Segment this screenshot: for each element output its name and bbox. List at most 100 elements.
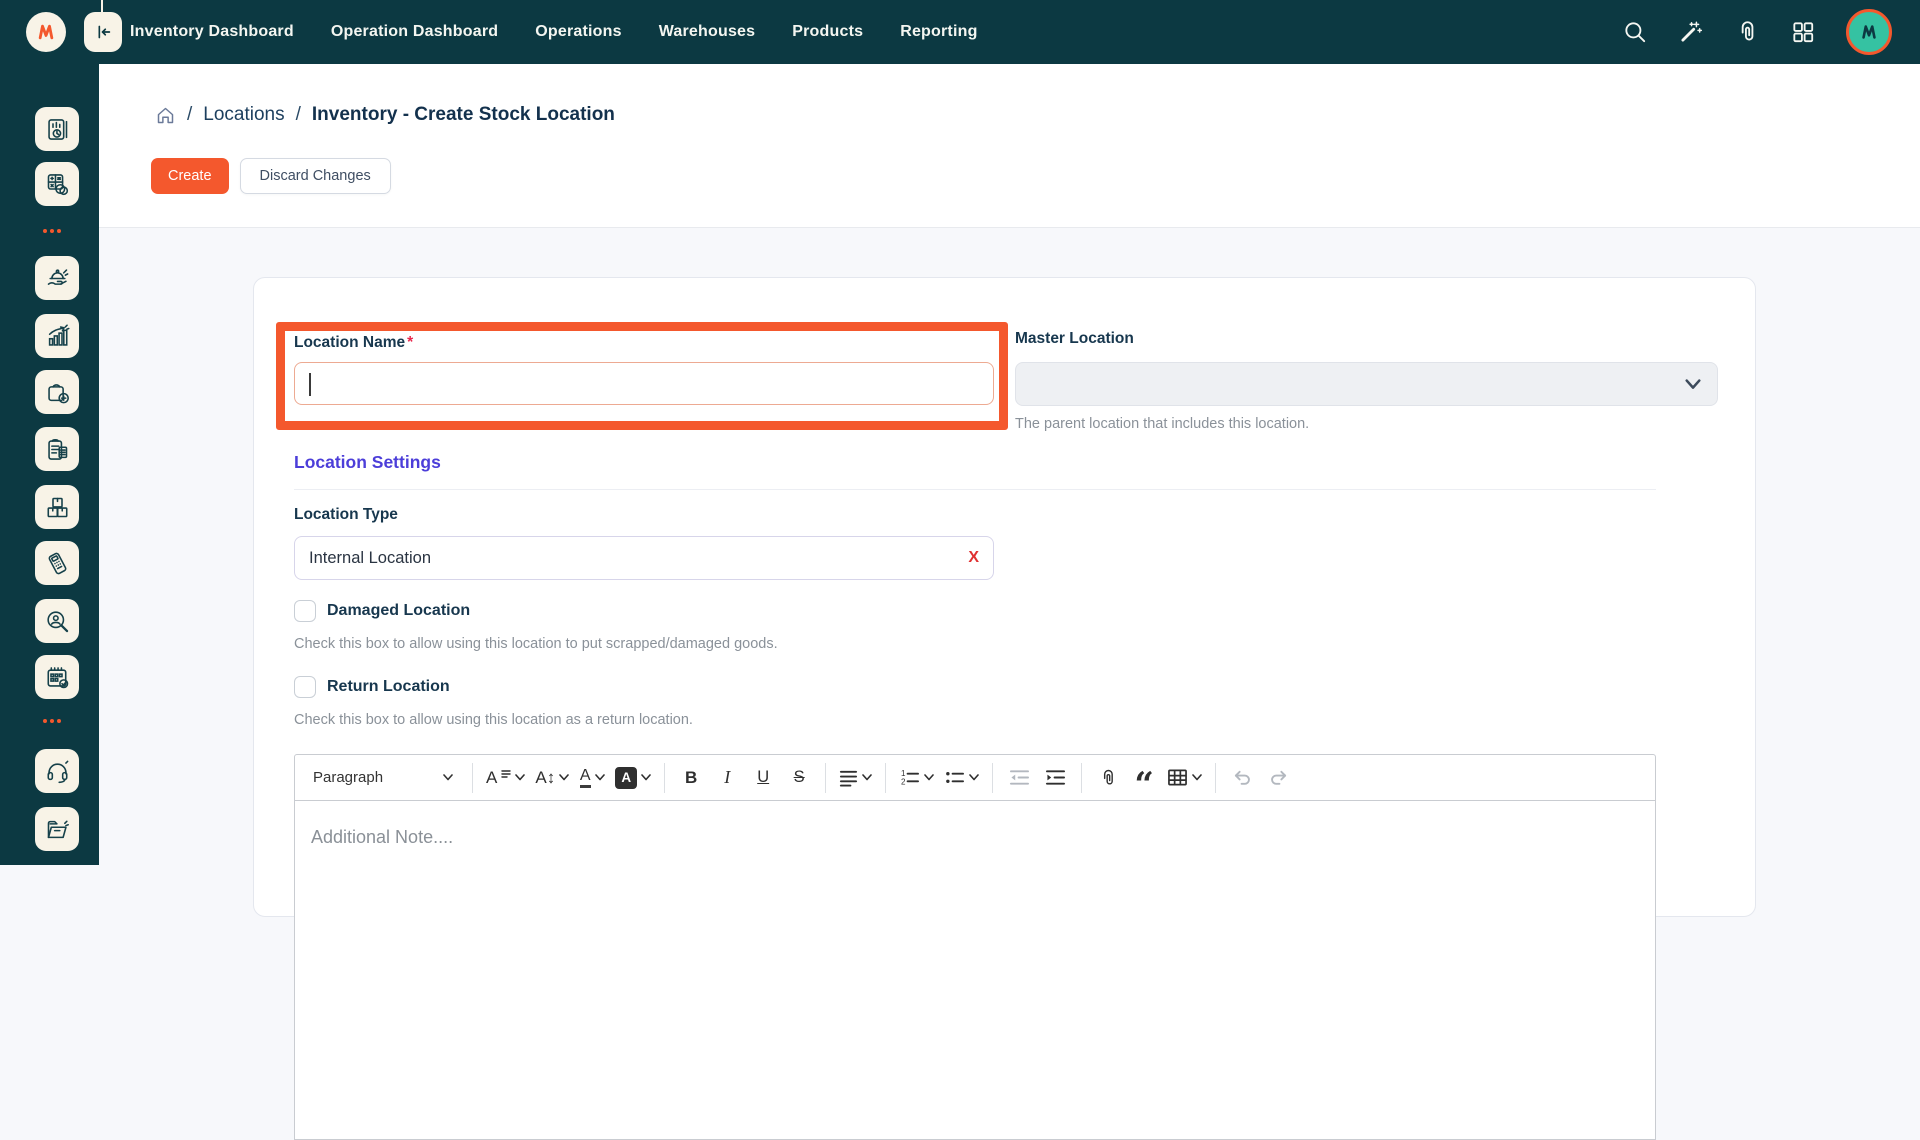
undo-icon (1232, 768, 1253, 787)
location-type-label: Location Type (294, 506, 398, 524)
sidebar-item-inventory-packages[interactable] (35, 485, 79, 529)
outdent-button[interactable] (1002, 760, 1036, 796)
block-quote-button[interactable]: “ (1127, 760, 1161, 796)
breadcrumb-separator: / (296, 104, 301, 126)
numbered-list-button[interactable] (895, 760, 938, 796)
breadcrumb-locations[interactable]: Locations (203, 104, 284, 126)
note-editor-toolbar: Paragraph A A↕ A A (294, 754, 1656, 801)
pos-terminal-icon (44, 550, 71, 577)
person-search-icon (44, 608, 71, 635)
sidebar-item-pos-terminal[interactable] (35, 541, 79, 585)
table-icon (1167, 768, 1188, 787)
chevron-down-icon (641, 774, 651, 781)
toolbar-separator (885, 763, 886, 793)
redo-icon (1268, 768, 1289, 787)
location-name-input[interactable] (294, 362, 994, 405)
insert-link-button[interactable] (1091, 760, 1125, 796)
chevron-down-icon (443, 774, 453, 781)
home-icon[interactable] (155, 105, 176, 126)
user-avatar[interactable] (1846, 9, 1892, 55)
undo-button[interactable] (1225, 760, 1259, 796)
paragraph-format-dropdown[interactable]: Paragraph (305, 760, 463, 796)
return-location-row: Return Location (294, 676, 450, 698)
top-navbar: Inventory Dashboard Operation Dashboard … (0, 0, 1920, 64)
nav-reporting[interactable]: Reporting (900, 23, 977, 41)
nav-operation-dashboard[interactable]: Operation Dashboard (331, 23, 498, 41)
redo-button[interactable] (1261, 760, 1295, 796)
font-color-button[interactable]: A (575, 760, 609, 796)
calendar-check-icon (44, 664, 71, 691)
breadcrumb: / Locations / Inventory - Create Stock L… (155, 104, 615, 126)
strikethrough-button[interactable]: S (782, 760, 816, 796)
sidebar-item-service-offering[interactable] (35, 256, 79, 300)
search-icon[interactable] (1622, 19, 1648, 45)
master-location-label: Master Location (1015, 330, 1134, 348)
toolbar-separator (992, 763, 993, 793)
required-asterisk: * (407, 334, 413, 351)
form-actions: Create Discard Changes (151, 158, 391, 194)
packages-icon (44, 494, 71, 521)
font-family-button[interactable]: A (482, 760, 529, 796)
chevron-down-icon (1685, 379, 1701, 390)
outdent-icon (1009, 768, 1030, 787)
nav-warehouses[interactable]: Warehouses (659, 23, 756, 41)
italic-button[interactable]: I (710, 760, 744, 796)
text-cursor (309, 373, 311, 396)
text-align-button[interactable] (835, 760, 876, 796)
nav-operations[interactable]: Operations (535, 23, 621, 41)
additional-note-editor[interactable]: Additional Note.... (294, 800, 1656, 1140)
main-content: / Locations / Inventory - Create Stock L… (99, 64, 1920, 865)
sidebar-item-purchase-bag[interactable] (35, 370, 79, 414)
folder-icon (44, 816, 71, 843)
font-background-color-button[interactable]: A (611, 760, 655, 796)
nav-products[interactable]: Products (792, 23, 863, 41)
damaged-location-helper: Check this box to allow using this locat… (294, 636, 778, 652)
sidebar-item-schedule-calendar[interactable] (35, 655, 79, 699)
report-book-icon (44, 116, 71, 143)
chevron-down-icon (862, 774, 872, 781)
sidebar-item-report-book[interactable] (35, 107, 79, 151)
discard-changes-button[interactable]: Discard Changes (240, 158, 391, 194)
insert-table-button[interactable] (1163, 760, 1206, 796)
master-location-select[interactable] (1015, 362, 1718, 406)
sidebar-item-document-folder[interactable] (35, 807, 79, 851)
return-location-checkbox[interactable] (294, 676, 316, 698)
font-lines-icon (501, 769, 511, 779)
toolbar-separator (825, 763, 826, 793)
sidebar-item-candidate-search[interactable] (35, 599, 79, 643)
align-icon (839, 768, 858, 787)
bulleted-list-button[interactable] (940, 760, 983, 796)
sidebar-item-growth-analytics[interactable] (35, 314, 79, 358)
font-size-button[interactable]: A↕ (531, 760, 573, 796)
sidebar-collapse-button[interactable] (84, 12, 122, 52)
indent-button[interactable] (1038, 760, 1072, 796)
sidebar-item-sales-calculator[interactable] (35, 162, 79, 206)
bold-button[interactable]: B (674, 760, 708, 796)
numbered-list-icon (899, 768, 920, 787)
nav-inventory-dashboard[interactable]: Inventory Dashboard (130, 23, 294, 41)
sidebar-section-dots (43, 229, 61, 233)
navbar-actions (1622, 0, 1920, 64)
ai-wand-icon[interactable] (1678, 19, 1704, 45)
chevron-down-icon (515, 774, 525, 781)
damaged-location-label: Damaged Location (327, 602, 470, 620)
icon-sidebar (0, 0, 99, 865)
location-type-select[interactable]: Internal Location X (294, 536, 994, 580)
underline-button[interactable]: U (746, 760, 780, 796)
clear-selection-icon[interactable]: X (968, 549, 979, 567)
chevron-down-icon (924, 774, 934, 781)
growth-chart-icon (44, 323, 71, 350)
form-area: Location Name* Master Location The paren… (99, 228, 1920, 864)
create-button[interactable]: Create (151, 158, 229, 194)
damaged-location-row: Damaged Location (294, 600, 470, 622)
app-logo[interactable] (26, 12, 66, 52)
divider (101, 0, 103, 12)
calculator-icon (44, 171, 71, 198)
sidebar-item-support-headset[interactable] (35, 749, 79, 793)
sidebar-item-stock-clipboard[interactable] (35, 427, 79, 471)
editor-placeholder: Additional Note.... (295, 801, 1655, 848)
app-grid-icon[interactable] (1790, 19, 1816, 45)
damaged-location-checkbox[interactable] (294, 600, 316, 622)
attachment-icon[interactable] (1734, 19, 1760, 45)
link-icon (1098, 768, 1118, 788)
